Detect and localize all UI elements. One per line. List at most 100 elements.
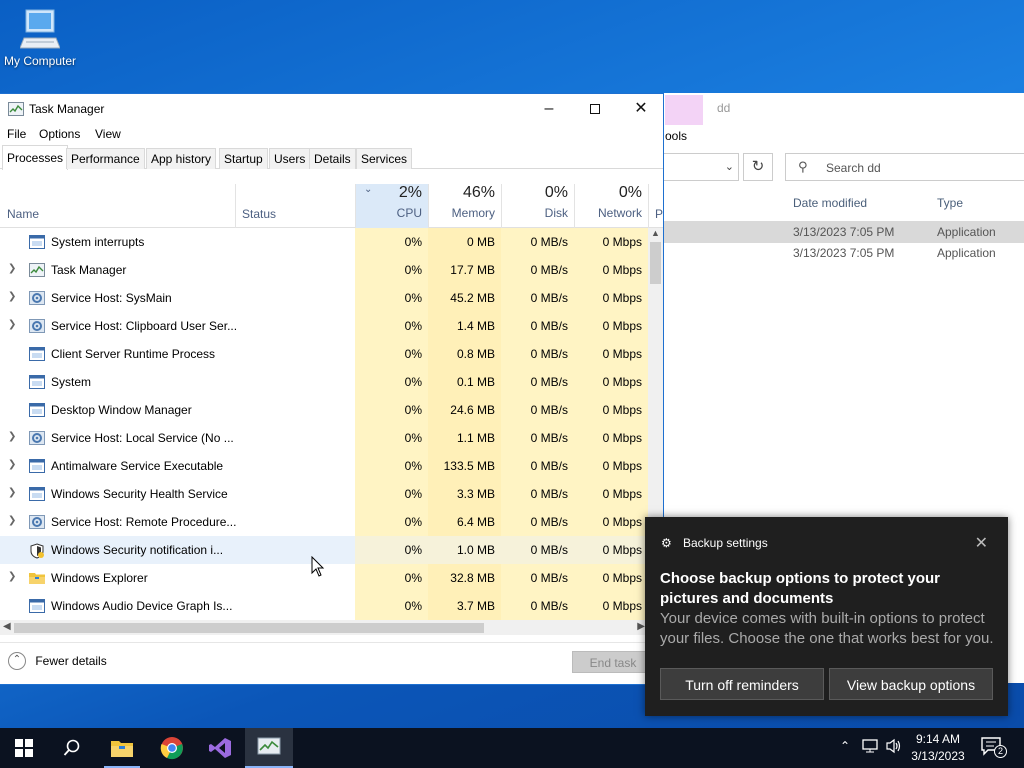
table-row[interactable]: ❯ Service Host: Local Service (No ... 0% 1.… xyxy=(0,424,648,452)
column-date-modified[interactable]: Date modified xyxy=(793,196,867,210)
maximize-button[interactable] xyxy=(572,94,618,123)
expand-chevron-icon[interactable]: ❯ xyxy=(8,292,16,302)
tab-services[interactable]: Services xyxy=(356,148,413,169)
search-button[interactable] xyxy=(48,728,96,768)
table-row[interactable]: ❯ Service Host: SysMain 0% 45.2 MB 0 MB/s 0 M… xyxy=(0,284,648,312)
table-row[interactable]: ❯ Task Manager 0% 17.7 MB 0 MB/s 0 Mbps xyxy=(0,256,648,284)
table-row[interactable]: Client Server Runtime Process 0% 0.8 MB 0 M… xyxy=(0,340,648,368)
explorer-search-box[interactable]: ⚲ Search dd xyxy=(785,153,1024,181)
expand-chevron-icon[interactable]: ❯ xyxy=(8,320,16,330)
network-total: 0% xyxy=(618,184,642,201)
process-name: Task Manager xyxy=(51,263,127,277)
taskbar: ⌃ 9:14 AM 3/13/2023 2 xyxy=(0,728,1024,768)
toast-headline: Choose backup options to protect your pi… xyxy=(660,570,941,607)
expand-chevron-icon[interactable]: ❯ xyxy=(8,432,16,442)
process-network: 0 Mbps xyxy=(574,396,648,424)
end-task-button[interactable]: End task xyxy=(572,651,654,673)
table-row[interactable]: Desktop Window Manager 0% 24.6 MB 0 MB/s 0 M… xyxy=(0,396,648,424)
explorer-address-bar[interactable]: ⌄ xyxy=(663,153,739,181)
scroll-right-icon[interactable]: ▶ xyxy=(637,621,645,632)
menu-file[interactable]: File xyxy=(7,127,26,141)
expand-chevron-icon[interactable]: ❯ xyxy=(8,460,16,470)
window-title: Task Manager xyxy=(29,102,105,116)
column-cpu[interactable]: ⌄ 2% CPU xyxy=(355,184,428,228)
process-cpu: 0% xyxy=(355,340,428,368)
clock-date: 3/13/2023 xyxy=(911,749,965,763)
column-disk[interactable]: 0% Disk xyxy=(501,184,574,228)
scrollbar-thumb[interactable] xyxy=(650,242,661,284)
column-memory[interactable]: 46% Memory xyxy=(428,184,501,228)
table-row[interactable]: ❯ Antimalware Service Executable 0% 133.5 M… xyxy=(0,452,648,480)
expand-chevron-icon[interactable]: ❯ xyxy=(8,488,16,498)
chevron-down-icon[interactable]: ⌄ xyxy=(725,160,734,173)
process-network: 0 Mbps xyxy=(574,340,648,368)
chrome-taskbar-button[interactable] xyxy=(148,728,196,768)
table-row[interactable]: Windows Audio Device Graph Is... 0% 3.7 MB… xyxy=(0,592,648,620)
volume-icon[interactable] xyxy=(886,738,902,757)
list-item[interactable]: 3/13/2023 7:05 PM Application xyxy=(663,243,1024,265)
column-network[interactable]: 0% Network xyxy=(574,184,648,228)
memory-label: Memory xyxy=(451,206,495,220)
network-icon[interactable] xyxy=(862,738,880,757)
process-memory: 32.8 MB xyxy=(428,564,501,592)
expand-chevron-icon[interactable]: ❯ xyxy=(8,572,16,582)
close-icon[interactable]: ✕ xyxy=(975,533,988,553)
table-row[interactable]: ❯ Windows Security Health Service 0% 3.3 MB… xyxy=(0,480,648,508)
minimize-button[interactable]: – xyxy=(526,94,572,123)
list-item[interactable]: 3/13/2023 7:05 PM Application xyxy=(663,221,1024,243)
menu-view[interactable]: View xyxy=(95,127,121,141)
process-disk: 0 MB/s xyxy=(501,284,574,312)
fewer-details-button[interactable]: ⌃ Fewer details xyxy=(8,652,107,670)
table-row[interactable]: ❯ Service Host: Remote Procedure... 0% 6.4 … xyxy=(0,508,648,536)
system-window-icon xyxy=(29,403,45,417)
refresh-icon[interactable]: ↻ xyxy=(743,153,773,181)
process-network: 0 Mbps xyxy=(574,424,648,452)
table-row[interactable]: ❯ Service Host: Clipboard User Ser... 0% 1.… xyxy=(0,312,648,340)
tab-processes[interactable]: Processes xyxy=(2,145,69,170)
expand-chevron-icon[interactable]: ❯ xyxy=(8,264,16,274)
tab-users[interactable]: Users xyxy=(269,148,311,169)
expand-chevron-icon[interactable]: ❯ xyxy=(8,516,16,526)
memory-total: 46% xyxy=(462,184,495,201)
process-memory: 17.7 MB xyxy=(428,256,501,284)
process-cpu: 0% xyxy=(355,396,428,424)
close-button[interactable]: ✕ xyxy=(618,94,664,123)
column-type[interactable]: Type xyxy=(937,196,963,210)
table-row[interactable]: System 0% 0.1 MB 0 MB/s 0 Mbps xyxy=(0,368,648,396)
fewer-details-label: Fewer details xyxy=(35,654,107,668)
turn-off-reminders-button[interactable]: Turn off reminders xyxy=(660,668,824,700)
desktop-icon-my-computer[interactable]: My Computer xyxy=(0,8,80,68)
start-button[interactable] xyxy=(0,728,48,768)
scrollbar-thumb[interactable] xyxy=(14,623,484,633)
clock-time: 9:14 AM xyxy=(915,732,961,746)
process-memory: 3.7 MB xyxy=(428,592,501,620)
view-backup-options-button[interactable]: View backup options xyxy=(829,668,993,700)
task-manager-taskbar-button[interactable] xyxy=(245,728,293,768)
explorer-ribbon-tab[interactable]: ools xyxy=(665,129,687,143)
file-explorer-taskbar-button[interactable] xyxy=(98,728,146,768)
scroll-up-icon[interactable]: ▲ xyxy=(651,228,660,238)
task-manager-window[interactable]: Task Manager – ✕ File Options View Proce… xyxy=(0,93,664,685)
horizontal-scrollbar[interactable]: ◀ ▶ xyxy=(0,620,648,635)
process-network: 0 Mbps xyxy=(574,508,648,536)
backup-notification-toast[interactable]: ⚙ Backup settings ✕ Choose backup options… xyxy=(645,517,1008,716)
menu-options[interactable]: Options xyxy=(39,127,80,141)
disk-label: Disk xyxy=(544,206,568,220)
column-name[interactable]: Name xyxy=(7,207,39,221)
scroll-left-icon[interactable]: ◀ xyxy=(3,621,11,632)
chevron-up-icon[interactable]: ⌃ xyxy=(840,739,850,753)
cpu-label: CPU xyxy=(396,206,422,220)
tab-performance[interactable]: Performance xyxy=(66,148,145,169)
table-row[interactable]: System interrupts 0% 0 MB 0 MB/s 0 Mbps xyxy=(0,228,648,256)
disk-total: 0% xyxy=(544,184,568,201)
tab-startup[interactable]: Startup xyxy=(219,148,268,169)
system-clock[interactable]: 9:14 AM 3/13/2023 xyxy=(902,731,974,765)
tab-details[interactable]: Details xyxy=(309,148,356,169)
action-center-button[interactable]: 2 xyxy=(980,736,1010,762)
process-name: System interrupts xyxy=(51,235,145,249)
title-bar[interactable]: Task Manager – ✕ xyxy=(0,94,663,123)
column-power[interactable]: P xyxy=(648,184,663,228)
column-status[interactable]: Status xyxy=(235,184,355,228)
visual-studio-taskbar-button[interactable] xyxy=(196,728,244,768)
tab-app-history[interactable]: App history xyxy=(146,148,217,169)
